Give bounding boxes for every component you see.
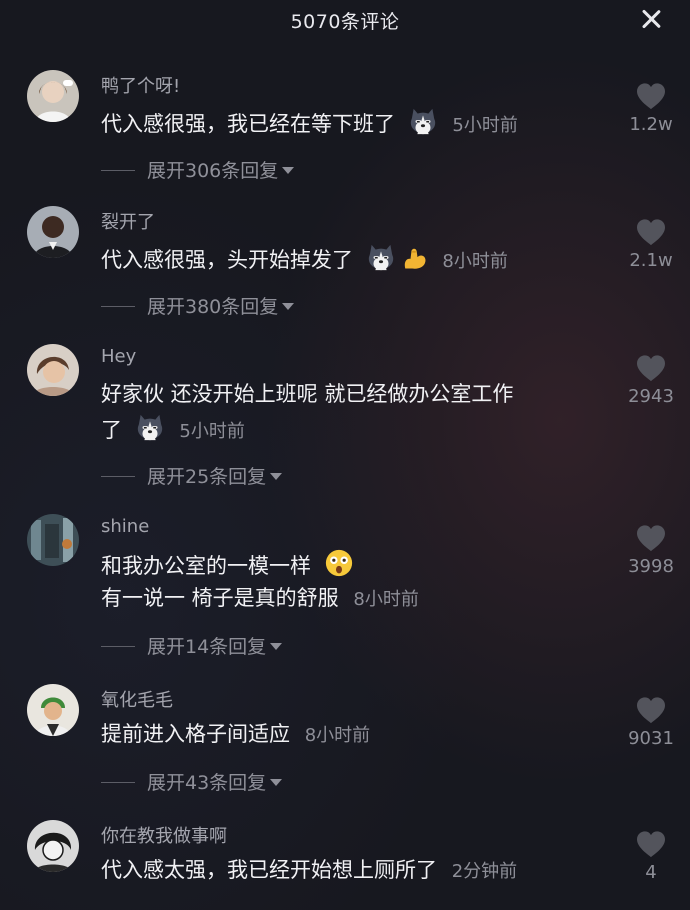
expand-replies-button[interactable]: 展开306条回复 <box>101 156 295 183</box>
comment-text-line: 和我办公室的一模一样 <box>101 554 311 578</box>
comment-text-line: 提前进入格子间适应 <box>101 722 290 746</box>
comment-text: 有一说一 椅子是真的舒服 8小时前 <box>101 582 419 612</box>
like-count: 2943 <box>628 386 674 407</box>
expand-replies-label: 展开43条回复 <box>147 772 267 794</box>
astonished-face-emoji <box>324 548 354 578</box>
like-button[interactable]: 2.1w <box>620 218 682 271</box>
username[interactable]: Hey <box>101 346 136 367</box>
expand-replies-button[interactable]: 展开14条回复 <box>101 632 283 659</box>
comment-text: 代入感很强，我已经在等下班了 5小时前 <box>101 106 518 138</box>
flexed-biceps-emoji <box>400 244 428 272</box>
heart-icon[interactable] <box>635 696 667 724</box>
timestamp: 8小时前 <box>353 589 419 610</box>
avatar[interactable] <box>27 206 79 258</box>
divider-line <box>101 782 135 783</box>
husky-emoji <box>135 412 165 442</box>
chevron-down-icon <box>270 779 283 786</box>
comment-item: Hey 好家伙 还没开始上班呢 就已经做办公室工作 了 5小时前 展开25条回复… <box>0 342 690 492</box>
username[interactable]: shine <box>101 516 149 537</box>
chevron-down-icon <box>270 643 283 650</box>
comment-text: 代入感太强，我已经开始想上厕所了 2分钟前 <box>101 854 517 884</box>
avatar[interactable] <box>27 70 79 122</box>
username[interactable]: 你在教我做事啊 <box>101 822 227 848</box>
timestamp: 8小时前 <box>442 251 508 272</box>
timestamp: 5小时前 <box>452 115 518 136</box>
expand-replies-label: 展开25条回复 <box>147 466 267 488</box>
avatar[interactable] <box>27 820 79 872</box>
comment-text: 好家伙 还没开始上班呢 就已经做办公室工作 <box>101 378 513 408</box>
heart-icon[interactable] <box>635 218 667 246</box>
comment-text: 了 5小时前 <box>101 412 245 444</box>
husky-emoji <box>408 106 438 136</box>
comment-count-title: 5070条评论 <box>290 11 400 33</box>
avatar[interactable] <box>27 514 79 566</box>
username[interactable]: 氧化毛毛 <box>101 686 173 712</box>
avatar[interactable] <box>27 684 79 736</box>
timestamp: 5小时前 <box>179 421 245 442</box>
divider-line <box>101 170 135 171</box>
chevron-down-icon <box>282 167 295 174</box>
like-button[interactable]: 4 <box>620 830 682 883</box>
close-icon[interactable] <box>638 6 664 32</box>
husky-emoji <box>366 242 396 272</box>
username[interactable]: 鸭了个呀! <box>101 72 180 98</box>
heart-icon[interactable] <box>635 830 667 858</box>
like-count: 1.2w <box>629 114 673 135</box>
expand-replies-button[interactable]: 展开380条回复 <box>101 292 295 319</box>
comment-item: shine 和我办公室的一模一样 有一说一 椅子是真的舒服 8小时前 展开14条… <box>0 512 690 662</box>
timestamp: 8小时前 <box>304 725 371 746</box>
expand-replies-label: 展开14条回复 <box>147 636 267 658</box>
heart-icon[interactable] <box>635 524 667 552</box>
like-button[interactable]: 2943 <box>620 354 682 407</box>
comment-text-line: 代入感太强，我已经开始想上厕所了 <box>101 858 437 882</box>
expand-replies-button[interactable]: 展开25条回复 <box>101 462 283 489</box>
comment-item: 鸭了个呀! 代入感很强，我已经在等下班了 5小时前 展开306条回复 1.2w <box>0 68 690 188</box>
comment-text: 提前进入格子间适应 8小时前 <box>101 718 370 748</box>
comment-item: 你在教我做事啊 代入感太强，我已经开始想上厕所了 2分钟前 4 <box>0 818 690 910</box>
username[interactable]: 裂开了 <box>101 208 155 234</box>
heart-icon[interactable] <box>635 354 667 382</box>
comment-item: 氧化毛毛 提前进入格子间适应 8小时前 展开43条回复 9031 <box>0 682 690 802</box>
comment-text-line: 了 <box>101 418 122 442</box>
comments-header: 5070条评论 <box>0 0 690 40</box>
avatar[interactable] <box>27 344 79 396</box>
comment-text-line: 代入感很强，我已经在等下班了 <box>101 112 395 136</box>
like-count: 4 <box>645 862 657 883</box>
expand-replies-label: 展开380条回复 <box>147 296 279 318</box>
like-button[interactable]: 9031 <box>620 696 682 749</box>
heart-icon[interactable] <box>635 82 667 110</box>
like-count: 3998 <box>628 556 674 577</box>
expand-replies-button[interactable]: 展开43条回复 <box>101 768 283 795</box>
comment-item: 裂开了 代入感很强，头开始掉发了 8小时前 展开380条回复 2.1w <box>0 204 690 324</box>
like-count: 9031 <box>628 728 674 749</box>
chevron-down-icon <box>282 303 295 310</box>
like-count: 2.1w <box>629 250 673 271</box>
like-button[interactable]: 1.2w <box>620 82 682 135</box>
divider-line <box>101 646 135 647</box>
chevron-down-icon <box>270 473 283 480</box>
divider-line <box>101 476 135 477</box>
timestamp: 2分钟前 <box>451 861 518 882</box>
expand-replies-label: 展开306条回复 <box>147 160 279 182</box>
like-button[interactable]: 3998 <box>620 524 682 577</box>
comment-text: 代入感很强，头开始掉发了 8小时前 <box>101 242 508 274</box>
comment-text-line: 代入感很强，头开始掉发了 <box>101 248 353 272</box>
comment-text-line: 好家伙 还没开始上班呢 就已经做办公室工作 <box>101 382 514 406</box>
comment-text: 和我办公室的一模一样 <box>101 548 354 580</box>
comment-text-line: 有一说一 椅子是真的舒服 <box>101 586 339 610</box>
divider-line <box>101 306 135 307</box>
